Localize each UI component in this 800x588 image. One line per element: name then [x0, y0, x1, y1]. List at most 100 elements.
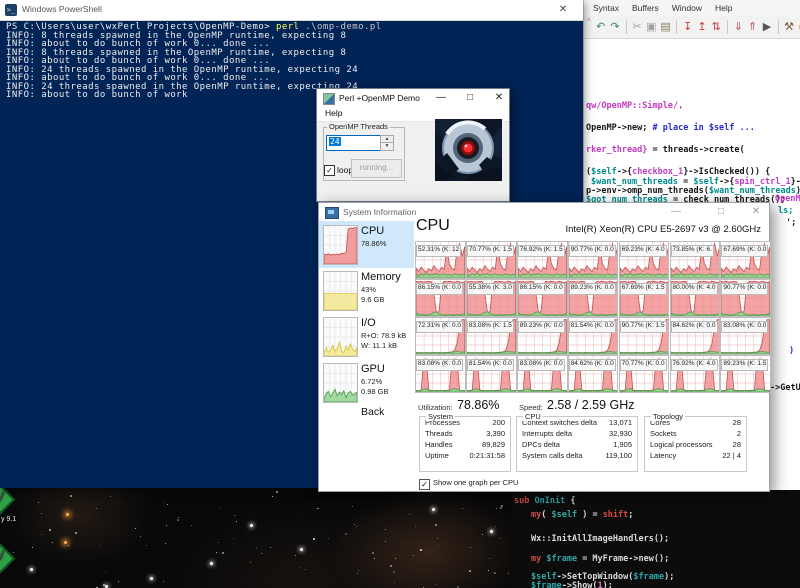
menu-item-syntax[interactable]: Syntax — [593, 3, 619, 13]
stats-value: 1,905 — [613, 439, 632, 450]
loop-checkbox[interactable]: ✓ — [324, 165, 335, 176]
make-icon[interactable]: ⚒ — [782, 19, 795, 35]
gvim-toolbar: ↶↷✂▣▤↧↥⇅⇓⇑▶⚒◉ — [584, 16, 800, 39]
stats-row: Handles89,829 — [420, 439, 510, 450]
close-icon[interactable]: ✕ — [555, 2, 571, 18]
cpu-core-graph: 83.08% (K: 0.0 — [720, 317, 771, 355]
star — [374, 558, 375, 559]
star — [438, 545, 439, 546]
minimize-icon[interactable]: — — [667, 205, 685, 219]
spin-down-icon[interactable]: ▼ — [380, 142, 394, 151]
star — [328, 538, 329, 539]
demo-titlebar[interactable]: Perl +OpenMP Demo — □ ✕ — [317, 89, 509, 107]
star — [220, 508, 221, 509]
star — [413, 555, 414, 556]
sidebar-item-stat: 0.98 GB — [361, 387, 389, 396]
sidebar-item-name: Memory — [361, 271, 401, 283]
threads-spin-input[interactable]: 24 — [326, 135, 382, 151]
undo-icon[interactable]: ↶ — [594, 19, 607, 35]
menu-item-buffers[interactable]: Buffers — [632, 3, 659, 13]
code-line: my( $self ) = shift; — [531, 510, 633, 520]
cpu-core-graph-label: 72.31% (K: 0.0 — [416, 321, 463, 333]
cpu-core-graph-label: 81.54% (K: 0.0 — [569, 321, 616, 333]
find-prev-icon[interactable]: ↥ — [695, 19, 708, 35]
cpu-core-graph: 84.62% (K: 0.0 — [670, 317, 721, 355]
redo-icon[interactable]: ↷ — [608, 19, 621, 35]
bright-star — [150, 577, 153, 580]
star — [462, 508, 463, 509]
dark-code-editor-window[interactable]: sub OnInit {my( $self ) = shift;Wx::Init… — [512, 490, 800, 588]
star — [494, 572, 496, 574]
cpu-core-graph-label: 73.85% (K: 6. — [671, 245, 714, 257]
cpu-core-graph-label: 89.23% (K: 0.0 — [518, 321, 565, 333]
stats-value: 32,930 — [609, 428, 632, 439]
star — [345, 533, 347, 535]
star — [234, 515, 235, 516]
star — [105, 571, 106, 572]
code-line: Wx::InitAllImageHandlers(); — [531, 534, 669, 544]
star — [41, 513, 42, 514]
desktop-icon-gvim-2[interactable]: V — [0, 545, 13, 571]
maximize-icon[interactable]: □ — [462, 90, 478, 106]
cpu-core-graph: 84.62% (K: 0.0 — [568, 355, 619, 393]
perl-openmp-demo-window[interactable]: Perl +OpenMP Demo — □ ✕ Help OpenMP Thre… — [316, 88, 510, 202]
cpu-core-graph-label: 67.69% (K: 0.0 — [721, 245, 768, 257]
stats-label: Logical processors — [650, 439, 713, 450]
code-line: rker_thread} = threads->create( — [586, 145, 745, 155]
cpu-core-graph-label: 90.77% (K: 0.0 — [569, 245, 616, 257]
close-icon[interactable]: ✕ — [491, 90, 507, 106]
system-information-window[interactable]: System Information — □ ✕ CPU78.86% Memory… — [318, 202, 770, 492]
sysinfo-titlebar[interactable]: System Information — □ ✕ — [319, 203, 769, 221]
star — [469, 570, 471, 572]
cpu-core-graph-label: 55.38% (K: 3.0 — [467, 283, 514, 295]
menu-item-help[interactable]: Help — [325, 108, 342, 118]
menu-item-help[interactable]: Help — [715, 3, 732, 13]
stats-value: 200 — [492, 417, 505, 428]
star — [165, 543, 166, 544]
star — [435, 524, 437, 526]
star — [470, 547, 471, 548]
find-next-icon[interactable]: ↧ — [681, 19, 694, 35]
cpu-core-graph: 90.77% (K: 0.0 — [568, 241, 619, 279]
copy-icon[interactable]: ▣ — [645, 19, 658, 35]
sidebar-item-cpu[interactable]: CPU78.86% — [323, 223, 414, 269]
sidebar-graph-thumbnail — [323, 271, 358, 311]
menu-item-window[interactable]: Window — [672, 3, 702, 13]
cpu-core-graph: 89.23% (K: 0.0 — [568, 279, 619, 317]
star — [482, 534, 483, 535]
star — [270, 547, 271, 548]
scroll-up-icon[interactable]: ^ — [587, 17, 591, 26]
close-icon[interactable]: ✕ — [747, 205, 765, 219]
sidebar-item-stat: 43% — [361, 285, 376, 294]
save-session-icon[interactable]: ⇑ — [746, 19, 759, 35]
desktop-icon-label: y 9.1 — [1, 516, 16, 523]
sidebar-item-memory[interactable]: Memory43%9.6 GB — [323, 269, 414, 315]
powershell-titlebar[interactable]: >_ Windows PowerShell ✕ — [0, 0, 583, 21]
sidebar-item-io[interactable]: I/OR+O: 78.9 kBW: 11.1 kB — [323, 315, 414, 361]
paste-icon[interactable]: ▤ — [659, 19, 672, 35]
cut-icon[interactable]: ✂ — [630, 19, 643, 35]
load-session-icon[interactable]: ⇓ — [732, 19, 745, 35]
stats-group-title: CPU — [523, 412, 543, 421]
running-button[interactable]: running... — [351, 159, 402, 178]
back-button[interactable]: Back — [361, 406, 384, 418]
find-replace-icon[interactable]: ⇅ — [710, 19, 723, 35]
star — [41, 534, 42, 535]
show-one-graph-checkbox[interactable]: ✓ — [419, 479, 430, 490]
gvim-menubar: Syntax Buffers Window Help — [584, 0, 800, 16]
star — [437, 538, 438, 539]
robot-eye-image — [435, 119, 502, 181]
maximize-icon[interactable]: □ — [712, 205, 730, 219]
star — [390, 565, 392, 567]
star — [305, 569, 306, 570]
speed-label: Speed: — [519, 403, 543, 412]
minimize-icon[interactable]: — — [433, 90, 449, 106]
star — [13, 552, 14, 553]
desktop-icon-gvim[interactable]: V — [0, 486, 13, 512]
run-script-icon[interactable]: ▶ — [760, 19, 773, 35]
star — [496, 508, 497, 509]
sidebar-item-gpu[interactable]: GPU6.72%0.98 GB — [323, 361, 414, 407]
cpu-core-graph-label: 83.08% (K: 0.0 — [416, 359, 463, 371]
star — [508, 573, 509, 574]
cpu-core-graph-label: 90.77% (K: 0.0 — [721, 283, 768, 295]
